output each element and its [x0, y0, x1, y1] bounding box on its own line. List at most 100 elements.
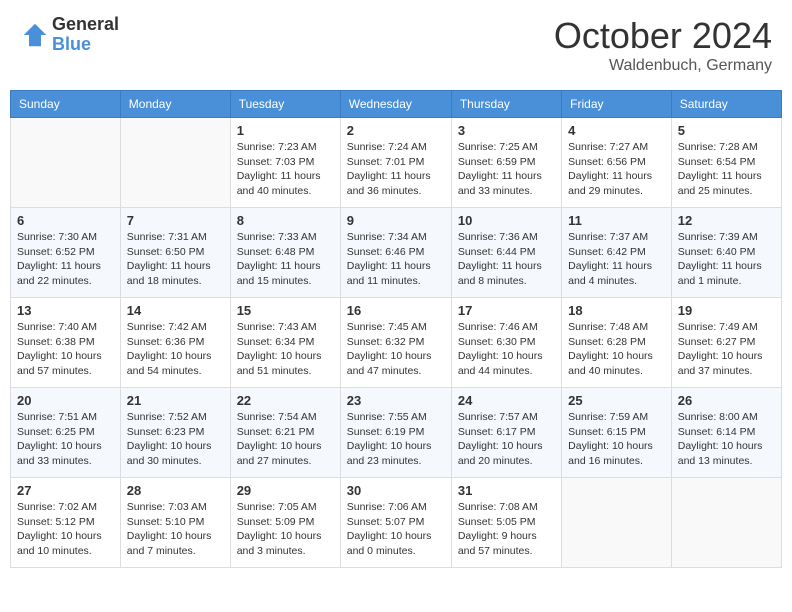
day-number: 3 — [458, 123, 555, 138]
day-info: Sunrise: 7:24 AMSunset: 7:01 PMDaylight:… — [347, 140, 445, 199]
calendar-cell: 8Sunrise: 7:33 AMSunset: 6:48 PMDaylight… — [230, 208, 340, 298]
day-number: 8 — [237, 213, 334, 228]
day-number: 28 — [127, 483, 224, 498]
day-info: Sunrise: 7:54 AMSunset: 6:21 PMDaylight:… — [237, 410, 334, 469]
day-number: 25 — [568, 393, 665, 408]
calendar-cell: 10 Sunrise: 7:36 AMSunset: 6:44 PMDayligh… — [451, 208, 561, 298]
calendar-cell: 27Sunrise: 7:02 AMSunset: 5:12 PMDayligh… — [11, 478, 121, 568]
day-number: 6 — [17, 213, 114, 228]
calendar-cell: 7Sunrise: 7:31 AMSunset: 6:50 PMDaylight… — [120, 208, 230, 298]
day-info: Sunrise: 7:31 AMSunset: 6:50 PMDaylight:… — [127, 230, 224, 289]
calendar-cell: 16 Sunrise: 7:45 AMSunset: 6:32 PMDayligh… — [340, 298, 451, 388]
calendar-cell — [120, 118, 230, 208]
day-info: Sunrise: 7:48 AMSunset: 6:28 PMDaylight:… — [568, 320, 665, 379]
calendar-cell: 17 Sunrise: 7:46 AMSunset: 6:30 PMDayligh… — [451, 298, 561, 388]
day-info: Sunrise: 7:39 AMSunset: 6:40 PMDaylight:… — [678, 230, 775, 289]
day-number: 26 — [678, 393, 775, 408]
calendar-header-wednesday: Wednesday — [340, 91, 451, 118]
day-info: Sunrise: 7:37 AMSunset: 6:42 PMDaylight:… — [568, 230, 665, 289]
day-number: 18 — [568, 303, 665, 318]
day-number: 20 — [17, 393, 114, 408]
day-number: 30 — [347, 483, 445, 498]
day-info: Sunrise: 7:55 AMSunset: 6:19 PMDaylight:… — [347, 410, 445, 469]
title-block: October 2024 Waldenbuch, Germany — [554, 15, 772, 75]
calendar-cell: 6 Sunrise: 7:30 AMSunset: 6:52 PMDaylight… — [11, 208, 121, 298]
day-info: Sunrise: 7:51 AMSunset: 6:25 PMDaylight:… — [17, 410, 114, 469]
calendar-cell: 5Sunrise: 7:28 AMSunset: 6:54 PMDaylight… — [671, 118, 781, 208]
calendar-header-friday: Friday — [562, 91, 672, 118]
day-number: 31 — [458, 483, 555, 498]
calendar-cell — [11, 118, 121, 208]
day-info: Sunrise: 7:06 AMSunset: 5:07 PMDaylight:… — [347, 500, 445, 559]
calendar-cell: 4Sunrise: 7:27 AMSunset: 6:56 PMDaylight… — [562, 118, 672, 208]
day-info: Sunrise: 7:57 AMSunset: 6:17 PMDaylight:… — [458, 410, 555, 469]
day-info: Sunrise: 7:28 AMSunset: 6:54 PMDaylight:… — [678, 140, 775, 199]
calendar-cell — [671, 478, 781, 568]
calendar-cell: 22 Sunrise: 7:54 AMSunset: 6:21 PMDayligh… — [230, 388, 340, 478]
day-number: 15 — [237, 303, 334, 318]
day-number: 10 — [458, 213, 555, 228]
day-number: 14 — [127, 303, 224, 318]
day-number: 27 — [17, 483, 114, 498]
calendar-cell: 30 Sunrise: 7:06 AMSunset: 5:07 PMDayligh… — [340, 478, 451, 568]
logo-icon — [20, 20, 50, 50]
calendar-header-tuesday: Tuesday — [230, 91, 340, 118]
calendar-cell: 11 Sunrise: 7:37 AMSunset: 6:42 PMDayligh… — [562, 208, 672, 298]
calendar-cell: 13Sunrise: 7:40 AMSunset: 6:38 PMDayligh… — [11, 298, 121, 388]
logo-text: General Blue — [52, 15, 119, 55]
day-number: 17 — [458, 303, 555, 318]
day-info: Sunrise: 8:00 AMSunset: 6:14 PMDaylight:… — [678, 410, 775, 469]
calendar-header-sunday: Sunday — [11, 91, 121, 118]
day-number: 2 — [347, 123, 445, 138]
logo-blue: Blue — [52, 35, 119, 55]
day-info: Sunrise: 7:03 AMSunset: 5:10 PMDaylight:… — [127, 500, 224, 559]
day-info: Sunrise: 7:30 AMSunset: 6:52 PMDaylight:… — [17, 230, 114, 289]
calendar-cell: 18 Sunrise: 7:48 AMSunset: 6:28 PMDayligh… — [562, 298, 672, 388]
calendar-header-row: SundayMondayTuesdayWednesdayThursdayFrid… — [11, 91, 782, 118]
logo: General Blue — [20, 15, 119, 55]
calendar-cell: 31 Sunrise: 7:08 AMSunset: 5:05 PMDayligh… — [451, 478, 561, 568]
calendar-cell: 26 Sunrise: 8:00 AMSunset: 6:14 PMDayligh… — [671, 388, 781, 478]
day-number: 4 — [568, 123, 665, 138]
calendar-week-row: 20 Sunrise: 7:51 AMSunset: 6:25 PMDayligh… — [11, 388, 782, 478]
calendar-cell: 21Sunrise: 7:52 AMSunset: 6:23 PMDayligh… — [120, 388, 230, 478]
calendar-header-monday: Monday — [120, 91, 230, 118]
day-number: 11 — [568, 213, 665, 228]
day-info: Sunrise: 7:42 AMSunset: 6:36 PMDaylight:… — [127, 320, 224, 379]
location-title: Waldenbuch, Germany — [554, 57, 772, 75]
day-info: Sunrise: 7:45 AMSunset: 6:32 PMDaylight:… — [347, 320, 445, 379]
day-info: Sunrise: 7:08 AMSunset: 5:05 PMDaylight:… — [458, 500, 555, 559]
month-title: October 2024 — [554, 15, 772, 57]
day-number: 16 — [347, 303, 445, 318]
calendar-table: SundayMondayTuesdayWednesdayThursdayFrid… — [10, 90, 782, 568]
calendar-cell: 3 Sunrise: 7:25 AMSunset: 6:59 PMDaylight… — [451, 118, 561, 208]
day-info: Sunrise: 7:23 AMSunset: 7:03 PMDaylight:… — [237, 140, 334, 199]
calendar-cell: 25 Sunrise: 7:59 AMSunset: 6:15 PMDayligh… — [562, 388, 672, 478]
day-number: 1 — [237, 123, 334, 138]
day-info: Sunrise: 7:46 AMSunset: 6:30 PMDaylight:… — [458, 320, 555, 379]
calendar-week-row: 1 Sunrise: 7:23 AMSunset: 7:03 PMDaylight… — [11, 118, 782, 208]
day-number: 21 — [127, 393, 224, 408]
calendar-cell: 19 Sunrise: 7:49 AMSunset: 6:27 PMDayligh… — [671, 298, 781, 388]
day-info: Sunrise: 7:05 AMSunset: 5:09 PMDaylight:… — [237, 500, 334, 559]
page-header: General Blue October 2024 Waldenbuch, Ge… — [10, 10, 782, 80]
day-info: Sunrise: 7:49 AMSunset: 6:27 PMDaylight:… — [678, 320, 775, 379]
logo-general: General — [52, 15, 119, 35]
day-number: 22 — [237, 393, 334, 408]
calendar-header-thursday: Thursday — [451, 91, 561, 118]
calendar-cell: 29 Sunrise: 7:05 AMSunset: 5:09 PMDayligh… — [230, 478, 340, 568]
day-info: Sunrise: 7:40 AMSunset: 6:38 PMDaylight:… — [17, 320, 114, 379]
day-info: Sunrise: 7:25 AMSunset: 6:59 PMDaylight:… — [458, 140, 555, 199]
calendar-cell: 28 Sunrise: 7:03 AMSunset: 5:10 PMDayligh… — [120, 478, 230, 568]
day-number: 29 — [237, 483, 334, 498]
calendar-week-row: 13Sunrise: 7:40 AMSunset: 6:38 PMDayligh… — [11, 298, 782, 388]
calendar-cell: 20 Sunrise: 7:51 AMSunset: 6:25 PMDayligh… — [11, 388, 121, 478]
calendar-cell: 9Sunrise: 7:34 AMSunset: 6:46 PMDaylight… — [340, 208, 451, 298]
day-number: 19 — [678, 303, 775, 318]
calendar-header-saturday: Saturday — [671, 91, 781, 118]
calendar-cell: 15Sunrise: 7:43 AMSunset: 6:34 PMDayligh… — [230, 298, 340, 388]
day-info: Sunrise: 7:34 AMSunset: 6:46 PMDaylight:… — [347, 230, 445, 289]
calendar-cell: 23Sunrise: 7:55 AMSunset: 6:19 PMDayligh… — [340, 388, 451, 478]
day-info: Sunrise: 7:36 AMSunset: 6:44 PMDaylight:… — [458, 230, 555, 289]
day-info: Sunrise: 7:59 AMSunset: 6:15 PMDaylight:… — [568, 410, 665, 469]
